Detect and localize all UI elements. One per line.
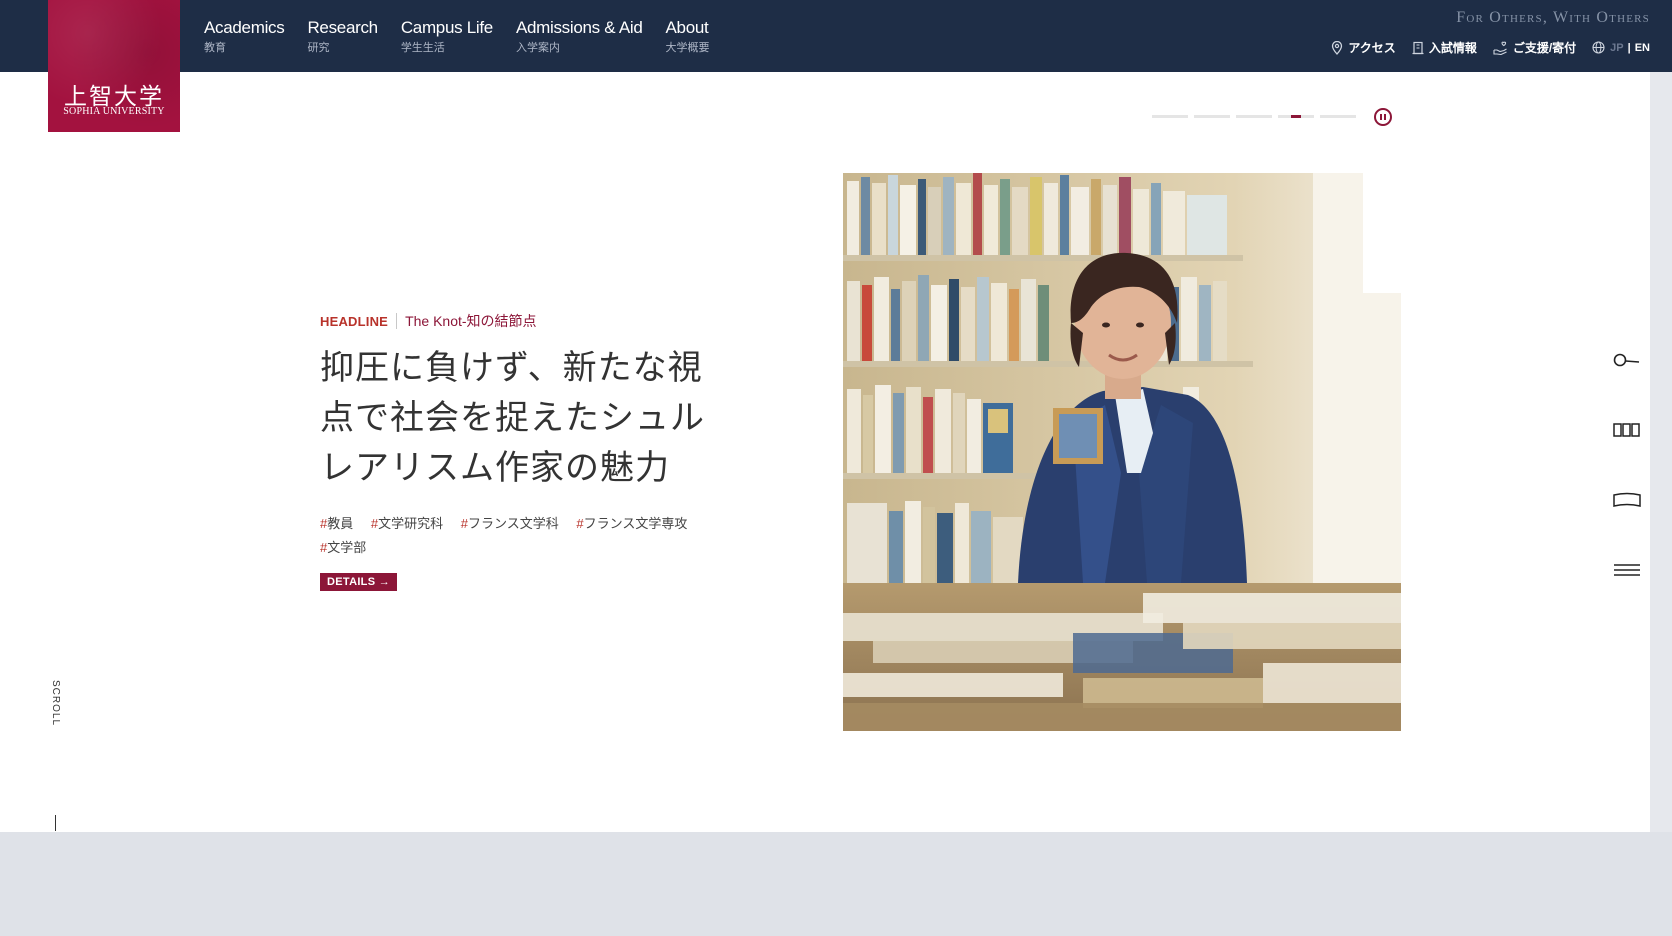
- sophia-logo[interactable]: 上智大学 SOPHIA UNIVERSITY: [48, 0, 180, 132]
- nav-label-jp: 大学概要: [665, 42, 710, 54]
- main-nav: Academics 教育 Research 研究 Campus Life 学生生…: [204, 18, 733, 55]
- menu-icon: [1614, 564, 1640, 576]
- headline-divider: [396, 313, 398, 329]
- nav-label-en: Campus Life: [400, 18, 493, 37]
- logo-en-text: SOPHIA UNIVERSITY: [63, 106, 165, 117]
- slide-indicator-1[interactable]: [1152, 115, 1188, 118]
- active-indicator-fill: [1291, 115, 1301, 118]
- open-book-button[interactable]: [1612, 488, 1642, 512]
- lang-separator: |: [1627, 41, 1631, 54]
- tag-list: #教員 #文学研究科 #フランス文学科 #フランス文学専攻 #文学部: [320, 512, 740, 560]
- nav-label-en: About: [665, 18, 709, 37]
- hand-heart-icon: [1493, 41, 1507, 55]
- building-icon: [1412, 41, 1424, 54]
- headline-row: HEADLINE The Knot-知の結節点: [320, 311, 537, 331]
- nav-item-academics[interactable]: Academics 教育: [204, 18, 285, 55]
- scroll-label: SCROLL: [50, 680, 61, 727]
- nav-label-en: Academics: [204, 18, 285, 37]
- slide-indicator-2[interactable]: [1194, 115, 1230, 118]
- slide-indicator-3[interactable]: [1236, 115, 1272, 118]
- bottom-band: [0, 832, 1672, 936]
- utility-links: アクセス 入試情報 ご支援/寄付 JP | EN: [1315, 39, 1650, 56]
- nav-label-jp: 研究: [307, 42, 330, 54]
- nav-label-jp: 学生生活: [400, 42, 445, 54]
- admissions-info-link[interactable]: 入試情報: [1412, 39, 1477, 56]
- search-button[interactable]: [1612, 348, 1642, 372]
- tag-label: 文学研究科: [378, 516, 444, 531]
- article-title[interactable]: 抑圧に負けず、新たな視点で社会を捉えたシュルレアリスム作家の魅力: [320, 343, 730, 493]
- tag-label: フランス文学専攻: [583, 516, 688, 531]
- nav-item-admissions-aid[interactable]: Admissions & Aid 入学案内: [516, 18, 643, 55]
- search-icon: [1613, 353, 1640, 367]
- pause-button[interactable]: [1374, 108, 1392, 126]
- nav-label-en: Admissions & Aid: [515, 18, 643, 37]
- lang-en[interactable]: EN: [1635, 42, 1650, 54]
- hash-mark: #: [576, 516, 584, 531]
- slider-indicators: [1152, 115, 1362, 118]
- tag-label: 文学部: [327, 540, 367, 555]
- books-button[interactable]: [1612, 418, 1642, 442]
- access-label: アクセス: [1348, 41, 1396, 55]
- tag-label: フランス文学科: [467, 516, 559, 531]
- support-label: ご支援/寄付: [1512, 41, 1577, 55]
- slide-indicator-5[interactable]: [1320, 115, 1356, 118]
- professor-portrait-image: [843, 173, 1401, 731]
- location-pin-icon: [1332, 40, 1343, 55]
- open-book-icon: [1613, 492, 1641, 507]
- nav-label-jp: 入学案内: [515, 42, 560, 54]
- globe-icon: [1592, 41, 1605, 54]
- tag-faculty[interactable]: #教員: [320, 512, 353, 536]
- nav-label-en: Research: [307, 18, 378, 37]
- hero-photo[interactable]: [843, 173, 1401, 731]
- nav-item-research[interactable]: Research 研究: [307, 18, 378, 55]
- tag-french-dept[interactable]: #フランス文学科: [461, 512, 559, 536]
- details-button[interactable]: DETAILS →: [320, 573, 397, 591]
- admissions-info-label: 入試情報: [1428, 41, 1477, 55]
- right-edge-panel: [1650, 72, 1672, 832]
- nav-item-about[interactable]: About 大学概要: [666, 18, 710, 55]
- nav-label-jp: 教育: [204, 42, 226, 54]
- tag-french-major[interactable]: #フランス文学専攻: [576, 512, 687, 536]
- hash-mark: #: [460, 516, 468, 531]
- slide-indicator-4-active[interactable]: [1278, 115, 1314, 118]
- side-tools: [1612, 348, 1642, 628]
- headline-tag: HEADLINE: [320, 313, 389, 329]
- nav-item-campus-life[interactable]: Campus Life 学生生活: [401, 18, 493, 55]
- series-link[interactable]: The Knot-知の結節点: [405, 311, 536, 331]
- tag-label: 教員: [327, 516, 354, 531]
- access-link[interactable]: アクセス: [1331, 39, 1396, 56]
- tag-graduate-school[interactable]: #文学研究科: [371, 512, 443, 536]
- scroll-line: [55, 815, 56, 831]
- books-icon: [1613, 423, 1640, 437]
- language-switcher: JP | EN: [1592, 41, 1650, 54]
- tagline: For Others, With Others: [1456, 9, 1650, 26]
- menu-button[interactable]: [1612, 558, 1642, 582]
- support-link[interactable]: ご支援/寄付: [1493, 39, 1576, 56]
- tag-faculty-of-letters[interactable]: #文学部: [320, 536, 366, 560]
- top-navigation-bar: Academics 教育 Research 研究 Campus Life 学生生…: [0, 0, 1672, 72]
- lang-jp[interactable]: JP: [1610, 42, 1623, 54]
